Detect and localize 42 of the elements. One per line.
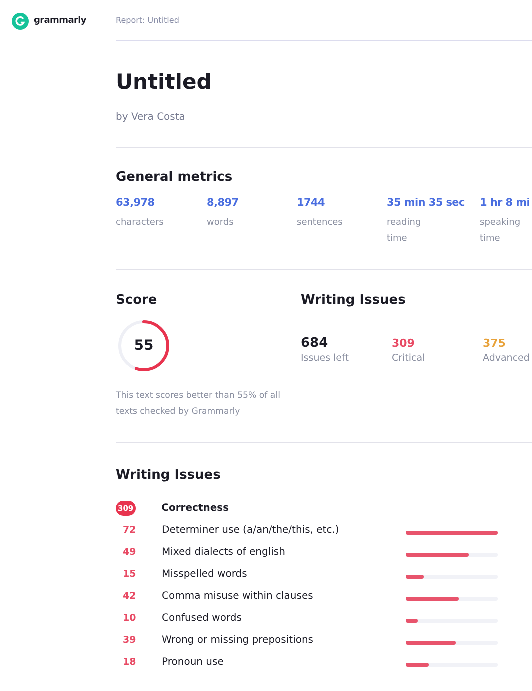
- issue-count: 42: [122, 590, 138, 602]
- section-title: Writing Issues: [116, 467, 222, 485]
- metric-label: speaking time: [480, 217, 522, 246]
- issue-count: 18: [122, 656, 138, 668]
- issue-count: 10: [122, 612, 138, 624]
- issue-count: 15: [122, 568, 138, 580]
- issue-name[interactable]: Comma misuse within clauses: [162, 590, 406, 602]
- issue-name[interactable]: Wrong or missing prepositions: [162, 634, 406, 646]
- issue-count: 684: [301, 336, 330, 352]
- metric-label: characters: [116, 217, 165, 230]
- logo-icon: [12, 13, 29, 30]
- document-title: Untitled: [116, 69, 213, 96]
- brand-name[interactable]: grammarly: [34, 13, 86, 30]
- metric-value: 63,978: [116, 196, 156, 210]
- issue-count: 375: [483, 336, 507, 352]
- issue-name[interactable]: Mixed dialects of english: [162, 546, 406, 558]
- score-value: 55: [133, 337, 155, 355]
- metric-label: words: [207, 217, 235, 230]
- issue-name[interactable]: Pronoun use: [162, 656, 406, 668]
- metric-label: reading time: [387, 217, 422, 246]
- metric-value: 1 hr 8 mi: [480, 196, 532, 210]
- metric-value: 8,897: [207, 196, 240, 210]
- issue-name[interactable]: Misspelled words: [162, 568, 406, 580]
- issue-count: 39: [122, 634, 138, 646]
- section-title: Score: [116, 292, 158, 310]
- section-title: General metrics: [116, 169, 234, 187]
- issue-count: 49: [122, 546, 138, 558]
- category-name: Correctness: [162, 502, 230, 514]
- issue-name[interactable]: Confused words: [162, 612, 406, 624]
- issue-name[interactable]: Determiner use (a/an/the/this, etc.): [162, 524, 406, 536]
- issue-label: Advanced: [483, 352, 530, 366]
- score-note: This text scores better than 55% of all texts checked by Grammarly: [116, 390, 282, 419]
- metric-value: 35 min 35 sec: [387, 196, 466, 210]
- metric-label: sentences: [297, 217, 344, 230]
- issue-count: 72: [122, 524, 138, 536]
- author-name: by Vera Costa: [116, 111, 186, 125]
- issue-label: Issues left: [301, 352, 350, 366]
- section-title: Writing Issues: [301, 292, 407, 310]
- metric-value: 1744: [297, 196, 326, 210]
- issue-label: Critical: [392, 352, 426, 366]
- breadcrumb: Report: Untitled: [116, 0, 532, 41]
- issue-count: 309: [392, 336, 416, 352]
